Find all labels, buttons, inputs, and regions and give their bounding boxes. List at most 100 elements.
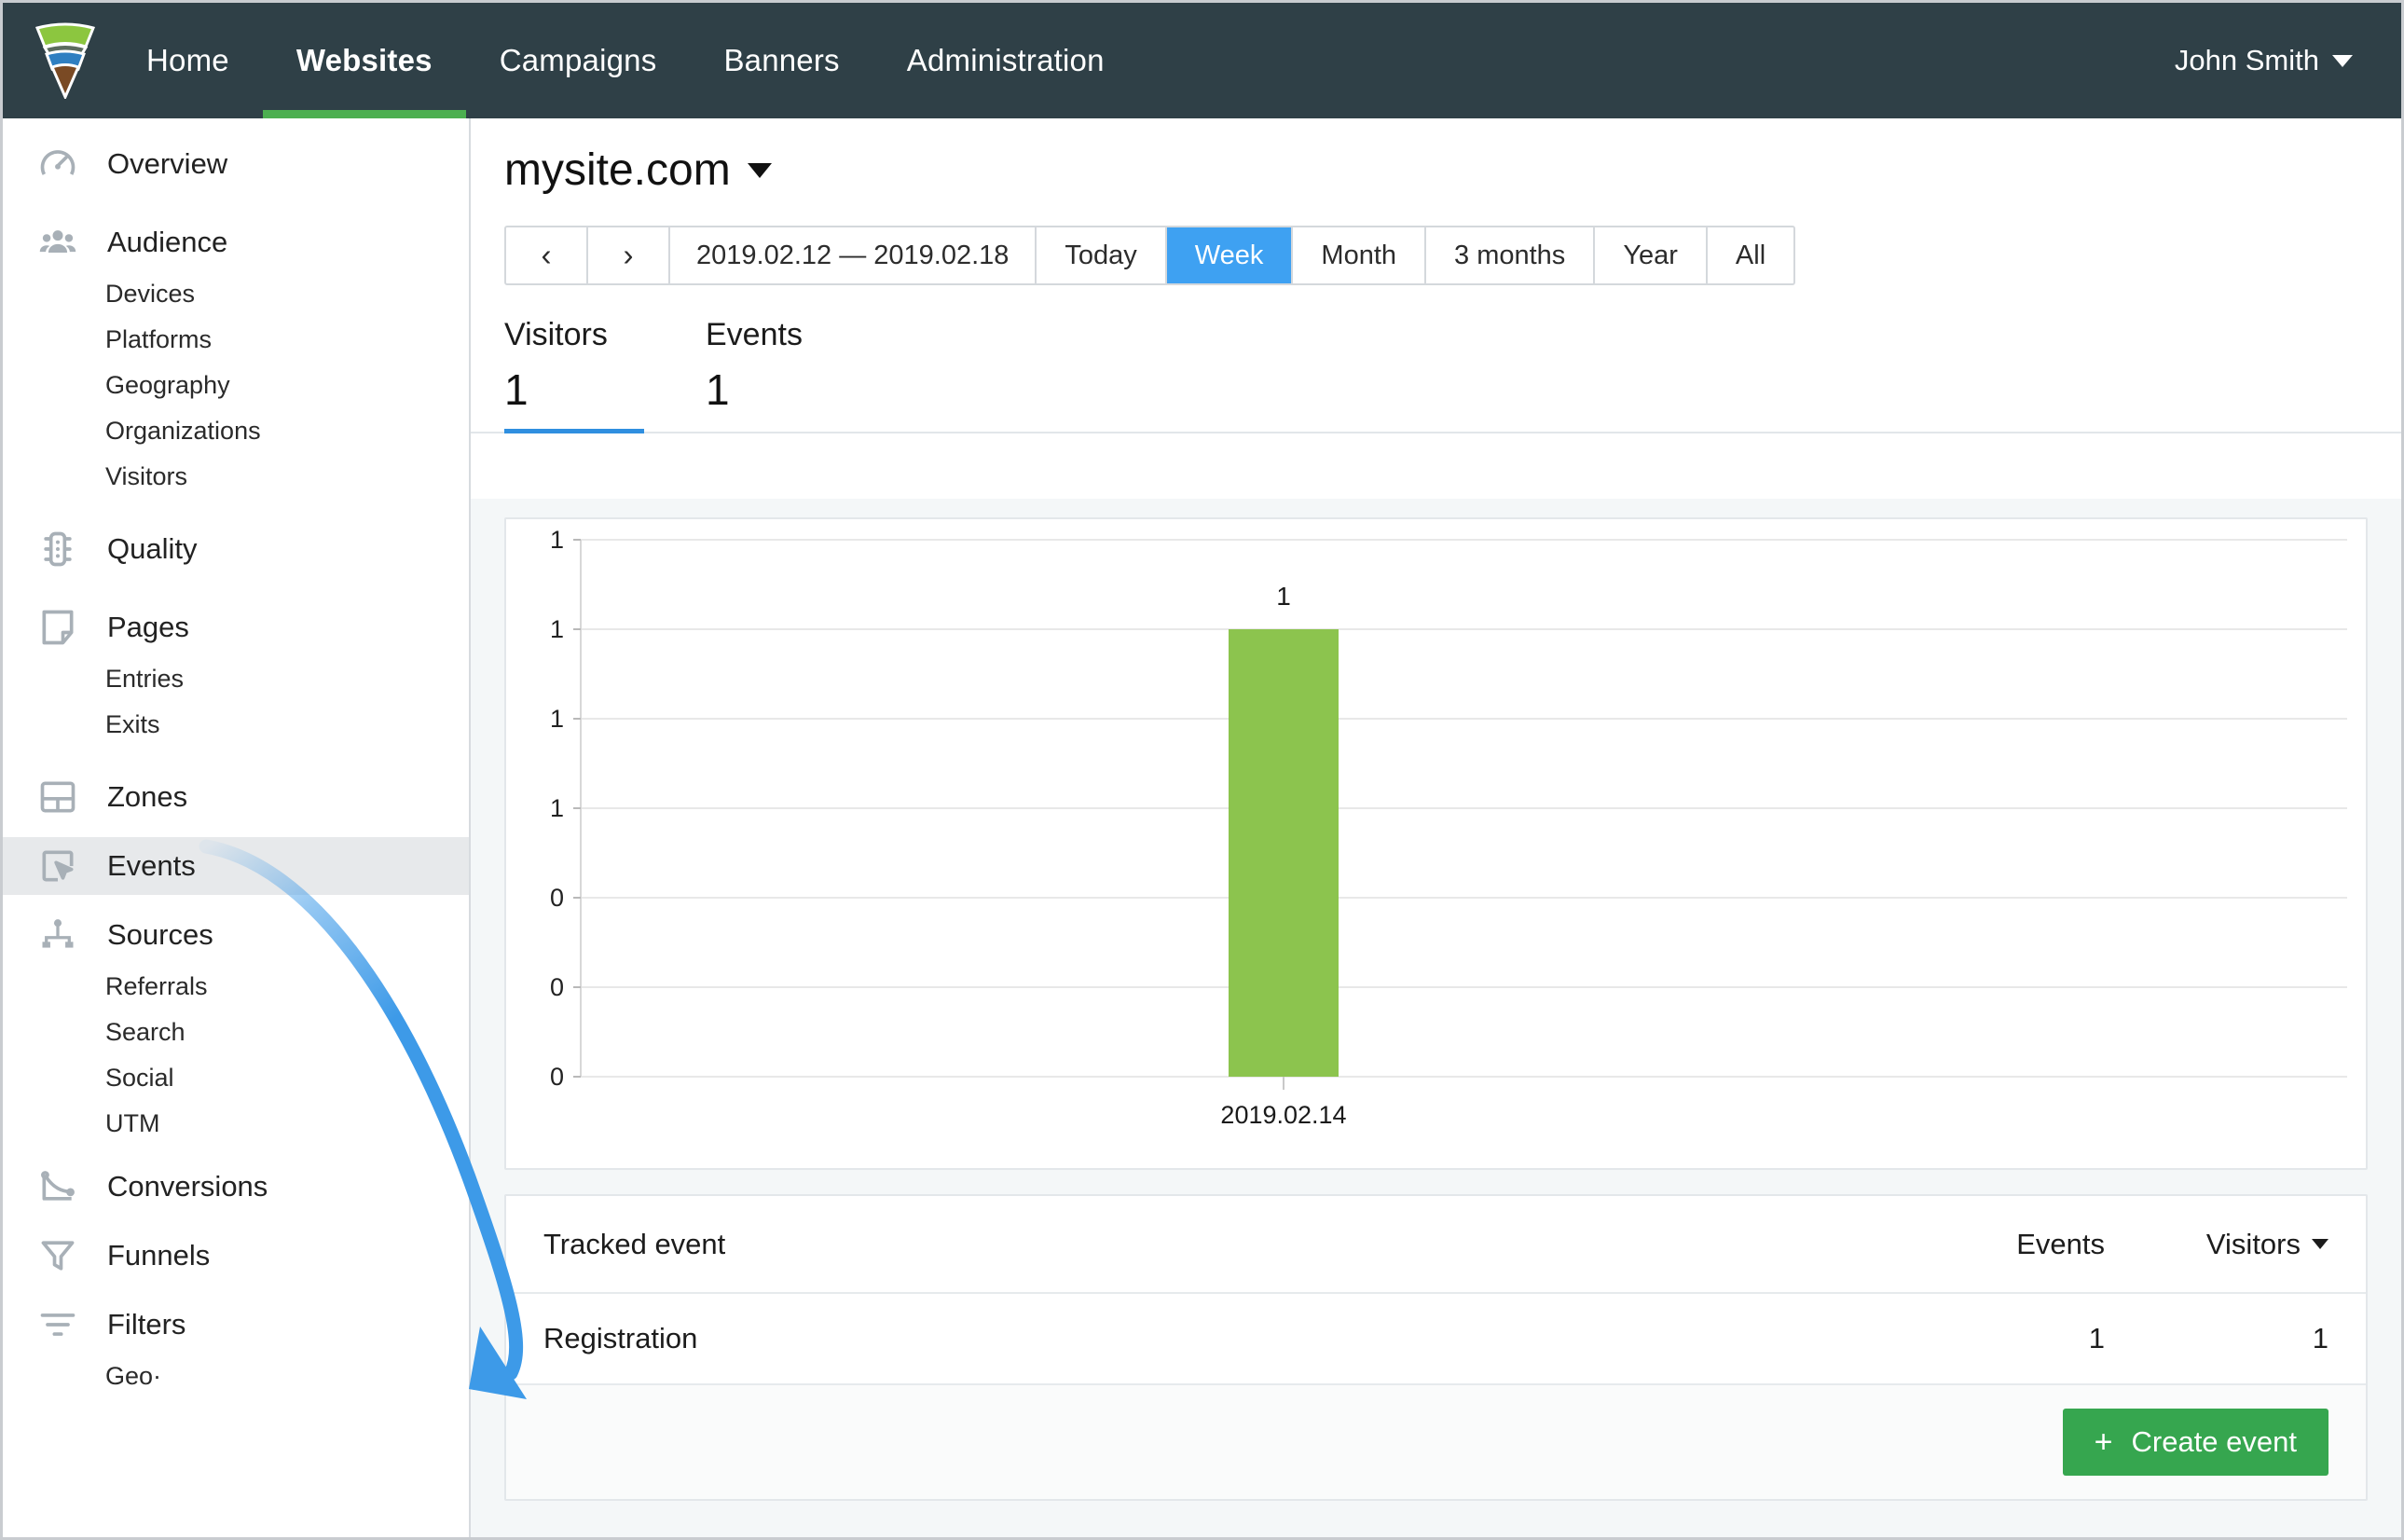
xtick-label-0: 2019.02.14 [1220,1101,1346,1129]
main-content: mysite.com ‹ › 2019.02.12 — 2019.02.18 T… [471,118,2401,1537]
chevron-left-icon: ‹ [542,238,552,273]
sort-descending-icon [2312,1239,2328,1249]
app-window: Home Websites Campaigns Banners Administ… [0,0,2404,1540]
bar-value-label: 1 [1276,582,1291,611]
sidebar-item-platforms[interactable]: Platforms [3,317,469,363]
user-menu[interactable]: John Smith [2175,3,2401,118]
nav-item-banners[interactable]: Banners [690,3,872,118]
create-event-button-label: Create event [2132,1425,2298,1459]
sidebar-item-funnels[interactable]: Funnels [3,1227,469,1285]
sidebar-item-pages[interactable]: Pages [3,598,469,656]
sidebar-item-quality-label: Quality [107,532,197,566]
chevron-down-icon [748,163,772,178]
sidebar-item-devices[interactable]: Devices [3,271,469,317]
tab-visitors-label: Visitors [504,317,616,353]
sidebar-item-geo-label: Geo· [105,1362,161,1391]
sidebar-item-sources[interactable]: Sources [3,906,469,964]
nav-item-home[interactable]: Home [113,3,263,118]
nav-item-websites[interactable]: Websites [263,3,466,118]
nav-item-administration-label: Administration [907,43,1105,78]
column-header-tracked-event: Tracked event [543,1228,1890,1261]
sidebar-item-platforms-label: Platforms [105,325,212,354]
ytick-label-6: 0 [550,1063,564,1091]
daterange-value[interactable]: 2019.02.12 — 2019.02.18 [670,227,1037,283]
sidebar-item-overview[interactable]: Overview [3,135,469,193]
create-event-button[interactable]: + Create event [2063,1409,2328,1476]
sidebar-item-geo[interactable]: Geo· [3,1354,469,1399]
nav-item-administration[interactable]: Administration [873,3,1138,118]
top-nav-items: Home Websites Campaigns Banners Administ… [113,3,1138,118]
preset-today[interactable]: Today [1037,227,1166,283]
sidebar-item-zones-label: Zones [107,780,187,814]
table-footer: + Create event [506,1385,2366,1499]
preset-all[interactable]: All [1708,227,1793,283]
sidebar-item-conversions-label: Conversions [107,1170,268,1203]
sidebar-item-events[interactable]: Events [3,837,469,895]
next-period-button[interactable]: › [588,227,670,283]
sidebar-item-utm[interactable]: UTM [3,1101,469,1147]
tab-events[interactable]: Events 1 [706,317,817,432]
sidebar-item-referrals[interactable]: Referrals [3,964,469,1010]
sidebar-item-visitors[interactable]: Visitors [3,454,469,500]
tab-visitors[interactable]: Visitors 1 [504,317,616,432]
preset-month-label: Month [1321,241,1396,271]
preset-month[interactable]: Month [1293,227,1426,283]
daterange-row: ‹ › 2019.02.12 — 2019.02.18 Today Week M… [471,196,2401,285]
sidebar-item-filters[interactable]: Filters [3,1296,469,1354]
preset-week-label: Week [1195,241,1264,271]
sidebar-item-overview-label: Overview [107,147,227,181]
visitors-bar-chart: 1 1 1 1 0 0 0 1 [504,517,2368,1170]
gauge-icon [36,143,79,186]
chevron-right-icon: › [624,238,634,273]
sidebar-item-conversions[interactable]: Conversions [3,1158,469,1216]
sidebar-item-exits-label: Exits [105,710,160,739]
sidebar-item-exits[interactable]: Exits [3,702,469,748]
sidebar-item-audience-label: Audience [107,226,227,259]
sidebar-item-entries[interactable]: Entries [3,656,469,702]
sidebar-item-social[interactable]: Social [3,1055,469,1101]
ytick-label-2: 1 [550,705,564,733]
column-header-events: Events [1890,1228,2105,1261]
cell-event-name: Registration [543,1322,1890,1355]
funnel-icon [36,1234,79,1277]
sidebar-item-search[interactable]: Search [3,1010,469,1055]
cursor-box-icon [36,845,79,887]
preset-week[interactable]: Week [1167,227,1294,283]
sidebar-item-referrals-label: Referrals [105,972,208,1001]
table-header-row: Tracked event Events Visitors [506,1196,2366,1294]
cell-visitor-count: 1 [2105,1322,2328,1355]
sidebar-item-geography[interactable]: Geography [3,363,469,408]
sidebar-item-devices-label: Devices [105,280,195,309]
daterange-bar: ‹ › 2019.02.12 — 2019.02.18 Today Week M… [504,226,1795,285]
preset-3months-label: 3 months [1454,241,1565,271]
filter-lines-icon [36,1303,79,1346]
nav-item-websites-label: Websites [296,43,433,78]
page-title: mysite.com [504,144,731,196]
chart-plot-area: 1 1 1 1 0 0 0 1 [506,519,2366,1168]
user-name-label: John Smith [2175,44,2319,77]
preset-year[interactable]: Year [1595,227,1708,283]
sidebar-item-quality[interactable]: Quality [3,520,469,578]
site-selector[interactable]: mysite.com [471,118,772,196]
preset-3months[interactable]: 3 months [1426,227,1595,283]
sidebar-item-sources-label: Sources [107,918,213,952]
ytick-label-1: 1 [550,615,564,643]
sidebar: Overview Audience Devices Platforms Geog… [3,118,471,1537]
page-icon [36,606,79,649]
sidebar-item-zones[interactable]: Zones [3,768,469,826]
nav-item-campaigns[interactable]: Campaigns [466,3,691,118]
prev-period-button[interactable]: ‹ [506,227,588,283]
tab-events-value: 1 [706,368,817,411]
column-header-visitors[interactable]: Visitors [2105,1228,2328,1261]
sidebar-item-audience[interactable]: Audience [3,213,469,271]
nav-item-banners-label: Banners [723,43,839,78]
funnel-logo-icon [32,19,99,103]
bar-2019-02-14 [1229,629,1339,1077]
ytick-label-0: 1 [550,526,564,554]
sidebar-item-filters-label: Filters [107,1308,185,1341]
sidebar-item-organizations[interactable]: Organizations [3,408,469,454]
logo-wrap[interactable] [3,3,113,118]
table-row[interactable]: Registration 1 1 [506,1294,2366,1385]
people-icon [36,221,79,264]
nav-item-campaigns-label: Campaigns [500,43,657,78]
